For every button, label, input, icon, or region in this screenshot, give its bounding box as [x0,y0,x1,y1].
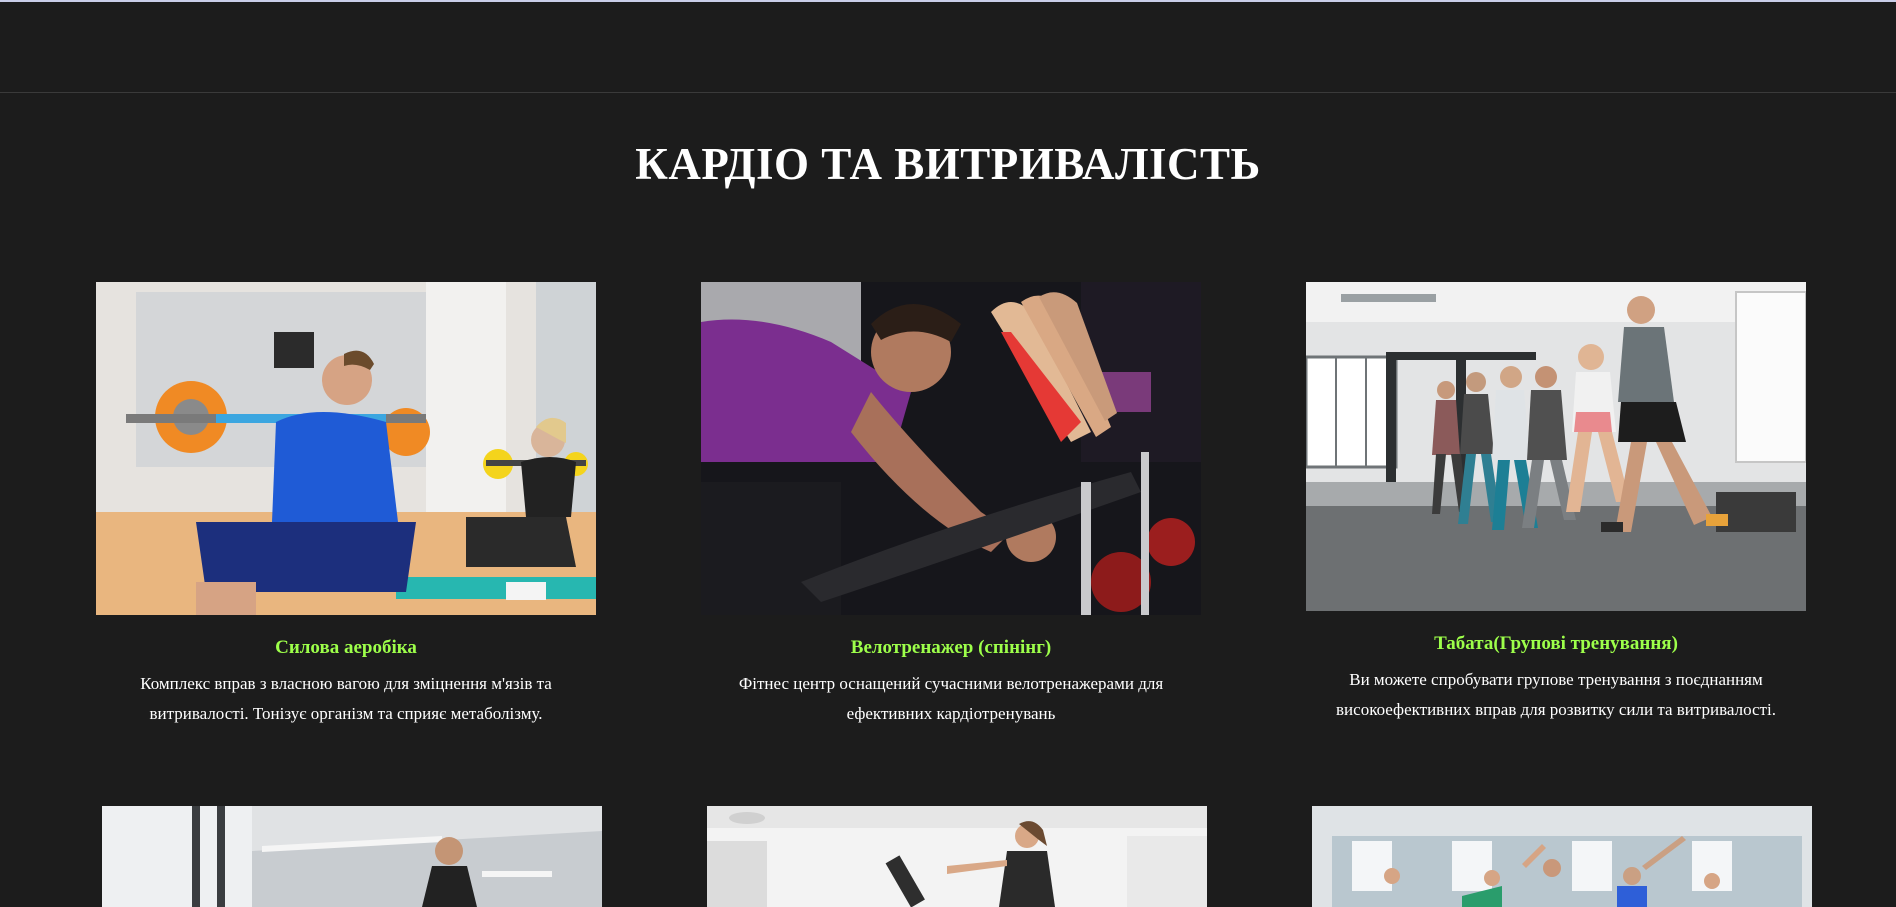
card-title: Велотренажер (спінінг) [850,637,1052,658]
card-description: Фітнес центр оснащений сучасними велотре… [738,674,1164,723]
section-title: КАРДІО ТА ВИТРИВАЛІСТЬ [635,139,1261,189]
service-card-strength-aerobics[interactable]: Силова аеробіка Комплекс вправ з власною… [96,282,596,729]
tabata-photo [1306,282,1806,611]
treadmill-man-image [102,806,602,907]
service-photo-treadmill-man[interactable] [102,806,602,907]
service-photo-group-class[interactable] [1312,806,1812,907]
card-description: Ви можете спробувати групове тренування … [1336,670,1776,719]
card-title: Табата(Групові тренування) [1434,633,1678,654]
group-class-image [1312,806,1812,907]
tabata-image [1306,282,1806,611]
service-card-spinning[interactable]: Велотренажер (спінінг) Фітнес центр осна… [701,282,1201,729]
strength-aerobics-image [96,282,596,615]
elliptical-woman-image [707,806,1207,907]
card-title: Силова аеробіка [275,637,417,658]
service-card-tabata[interactable]: Табата(Групові тренування) Ви можете спр… [1306,282,1806,725]
card-description: Комплекс вправ з власною вагою для зміцн… [140,674,552,723]
service-photo-elliptical-woman[interactable] [707,806,1207,907]
spinning-photo [701,282,1201,615]
strength-aerobics-photo [96,282,596,615]
spinning-image [701,282,1201,615]
site-header [0,2,1896,93]
